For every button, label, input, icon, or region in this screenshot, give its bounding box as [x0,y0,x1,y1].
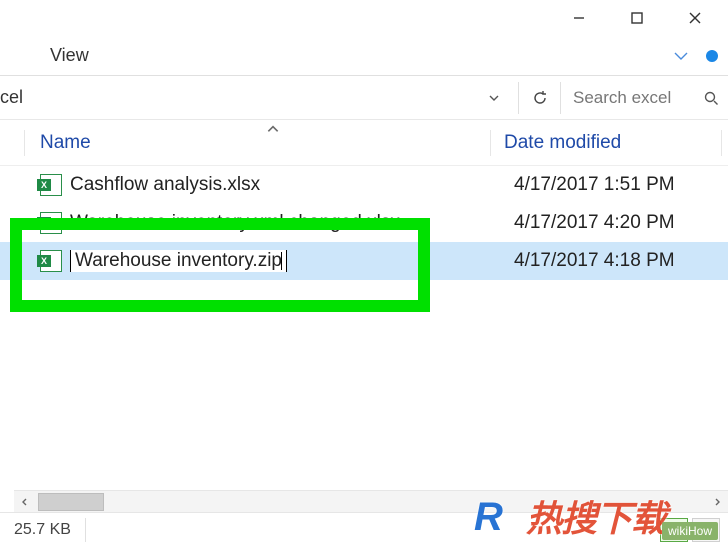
tab-view[interactable]: View [40,37,99,74]
file-row[interactable]: X Warehouse inventory xml changed.xlsx 4… [0,204,728,242]
window-close-button[interactable] [666,0,724,36]
scroll-thumb[interactable] [38,493,104,511]
help-icon[interactable] [706,36,728,76]
view-details-button[interactable] [660,518,688,542]
excel-file-icon: X [40,174,70,196]
search-input[interactable]: Search excel [560,82,728,114]
ribbon-expand-button[interactable] [656,36,706,76]
horizontal-scrollbar[interactable] [14,490,728,512]
breadcrumb-tail: cel [0,87,23,108]
address-bar[interactable]: cel [0,82,518,114]
status-bar: 25.7 KB [0,512,728,546]
address-history-button[interactable] [476,82,512,114]
file-name-editing: Warehouse inventory.zip [70,250,488,272]
view-large-icons-button[interactable] [692,518,720,542]
scroll-right-button[interactable] [706,491,728,513]
column-header-date-modified[interactable]: Date modified [480,132,621,154]
status-selection-size: 25.7 KB [0,518,86,542]
file-modified: 4/17/2017 4:18 PM [488,250,675,272]
file-modified: 4/17/2017 4:20 PM [488,212,675,234]
refresh-button[interactable] [518,82,560,114]
window-maximize-button[interactable] [608,0,666,36]
file-name: Warehouse inventory xml changed.xlsx [70,212,488,234]
file-name: Cashflow analysis.xlsx [70,174,488,196]
file-row[interactable]: X Cashflow analysis.xlsx 4/17/2017 1:51 … [0,166,728,204]
excel-file-icon: X [40,212,70,234]
scroll-left-button[interactable] [14,491,36,513]
sort-ascending-icon [266,118,280,140]
file-list: X Cashflow analysis.xlsx 4/17/2017 1:51 … [0,166,728,280]
column-header-name[interactable]: Name [40,132,480,154]
file-row-selected[interactable]: X Warehouse inventory.zip 4/17/2017 4:18… [0,242,728,280]
excel-file-icon: X [40,250,70,272]
window-minimize-button[interactable] [550,0,608,36]
rename-input[interactable]: Warehouse inventory.zip [70,250,287,272]
search-icon [700,90,722,106]
file-modified: 4/17/2017 1:51 PM [488,174,675,196]
search-placeholder: Search excel [573,88,671,108]
